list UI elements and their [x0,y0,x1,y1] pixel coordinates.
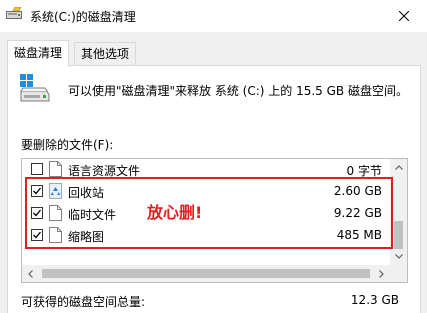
file-icon [49,205,62,221]
checkmark-icon [33,231,42,239]
file-size: 485 MB [336,228,382,242]
scroll-up-button[interactable] [390,159,407,176]
tab-disk-cleanup[interactable]: 磁盘清理 [7,40,70,67]
chevron-up-icon [394,165,403,170]
file-name: 语言资源文件 [68,164,141,178]
file-icon [49,161,62,177]
recycle-bin-icon [49,183,62,199]
chevron-right-icon [379,269,384,278]
file-size: 0 字节 [346,164,382,178]
checkbox-checked[interactable] [31,229,43,241]
tab-strip: 磁盘清理 其他选项 [0,32,427,67]
disk-cleanup-window: 系统(C:)的磁盘清理 磁盘清理 其他选项 可以使用"磁盘清理"来释放 系统 (… [0,0,427,313]
drive-icon [20,74,50,102]
close-icon [399,11,409,21]
disk-cleanup-panel: 可以使用"磁盘清理"来释放 系统 (C:) 上的 15.5 GB 磁盘空间。 要… [7,65,421,313]
checkbox-checked[interactable] [31,185,43,197]
chevron-left-icon [28,269,33,278]
list-item[interactable]: 回收站 2.60 GB [22,181,390,203]
scroll-left-button[interactable] [22,265,39,282]
title-bar: 系统(C:)的磁盘清理 [0,0,427,32]
file-icon [49,227,62,243]
scroll-down-button[interactable] [390,248,407,265]
list-item[interactable]: 临时文件 9.22 GB [22,203,390,225]
vertical-scroll-thumb[interactable] [394,221,403,249]
list-item[interactable]: 缩略图 485 MB [22,225,390,247]
total-space-label: 可获得的磁盘空间总量: [21,295,146,309]
checkbox-checked[interactable] [31,207,43,219]
file-size: 2.60 GB [333,184,382,198]
drive-cleanup-icon [6,7,22,19]
vertical-scrollbar[interactable] [390,159,407,265]
horizontal-scroll-thumb[interactable] [42,269,370,278]
checkbox-unchecked[interactable] [31,163,43,175]
window-title: 系统(C:)的磁盘清理 [30,10,136,24]
list-item[interactable]: 语言资源文件 0 字节 [22,159,390,181]
annotation-text: 放心删! [147,203,203,222]
checkmark-icon [33,209,42,217]
horizontal-scrollbar[interactable] [22,265,390,282]
files-to-delete-label: 要删除的文件(F): [21,138,114,152]
file-name: 回收站 [68,186,105,200]
file-size: 9.22 GB [333,206,382,220]
tab-more-options[interactable]: 其他选项 [74,42,137,65]
file-name: 临时文件 [68,208,117,222]
chevron-down-icon [394,254,403,259]
total-space-value: 12.3 GB [350,293,399,307]
close-button[interactable] [381,0,427,32]
scroll-corner [390,265,407,282]
file-name: 缩略图 [68,230,105,244]
checkmark-icon [33,187,42,195]
space-info-text: 可以使用"磁盘清理"来释放 系统 (C:) 上的 15.5 GB 磁盘空间。 [68,84,408,98]
scroll-right-button[interactable] [373,265,390,282]
files-list[interactable]: 语言资源文件 0 字节 回收站 2.60 GB 临时文件 9.22 GB 缩略图… [21,158,408,283]
